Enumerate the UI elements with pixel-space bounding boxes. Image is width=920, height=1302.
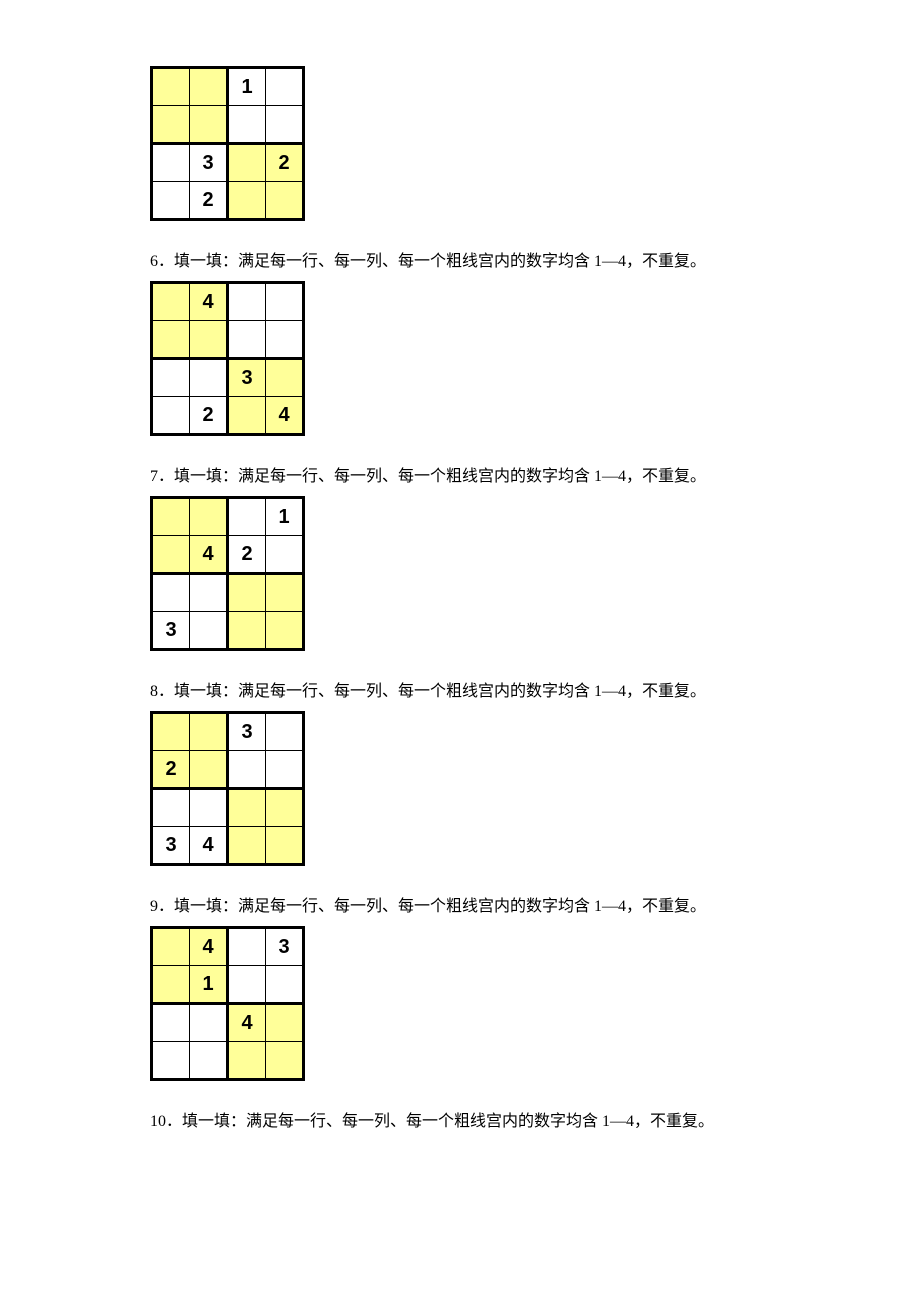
- cell: [228, 283, 266, 321]
- instruction-7: 7．填一填：满足每一行、每一列、每一个粗线宫内的数字均含 1—4，不重复。: [150, 462, 920, 486]
- cell: [152, 713, 190, 751]
- cell: 3: [228, 359, 266, 397]
- cell: [228, 498, 266, 536]
- cell: [152, 574, 190, 612]
- cell: [152, 397, 190, 435]
- cell: [266, 751, 304, 789]
- cell: [266, 827, 304, 865]
- cell: [266, 966, 304, 1004]
- cell: [190, 498, 228, 536]
- cell: [228, 182, 266, 220]
- cell: [152, 966, 190, 1004]
- cell: [190, 713, 228, 751]
- cell: [152, 789, 190, 827]
- cell: [152, 182, 190, 220]
- sudoku-grid-5: 1 3 2 2: [150, 66, 305, 221]
- cell: [228, 751, 266, 789]
- cell: [228, 397, 266, 435]
- instruction-10: 10．填一填：满足每一行、每一列、每一个粗线宫内的数字均含 1—4，不重复。: [150, 1107, 920, 1131]
- cell: 3: [228, 713, 266, 751]
- cell: 2: [152, 751, 190, 789]
- cell: [228, 928, 266, 966]
- cell: [266, 182, 304, 220]
- instruction-8: 8．填一填：满足每一行、每一列、每一个粗线宫内的数字均含 1—4，不重复。: [150, 677, 920, 701]
- cell: [152, 283, 190, 321]
- cell: [266, 321, 304, 359]
- cell: [266, 359, 304, 397]
- cell: [152, 536, 190, 574]
- instruction-9: 9．填一填：满足每一行、每一列、每一个粗线宫内的数字均含 1—4，不重复。: [150, 892, 920, 916]
- cell: [190, 1042, 228, 1080]
- cell: 1: [190, 966, 228, 1004]
- cell: [152, 359, 190, 397]
- cell: 2: [190, 397, 228, 435]
- page-content: 1 3 2 2 6．填一填：满足每一行、每一列、每一个粗线宫内的数字均含 1—4…: [0, 0, 920, 1201]
- cell: 4: [190, 283, 228, 321]
- cell: [190, 612, 228, 650]
- cell: 4: [228, 1004, 266, 1042]
- cell: [266, 713, 304, 751]
- sudoku-grid-6: 4 3 2 4: [150, 281, 305, 436]
- cell: [152, 321, 190, 359]
- cell: 3: [266, 928, 304, 966]
- cell: [266, 574, 304, 612]
- cell: 3: [152, 612, 190, 650]
- cell: [266, 283, 304, 321]
- cell: [190, 321, 228, 359]
- cell: [228, 106, 266, 144]
- cell: [266, 1042, 304, 1080]
- cell: [266, 68, 304, 106]
- cell: [266, 106, 304, 144]
- cell: 3: [190, 144, 228, 182]
- cell: [152, 68, 190, 106]
- cell: [228, 612, 266, 650]
- cell: [190, 751, 228, 789]
- cell: 3: [152, 827, 190, 865]
- cell: [228, 966, 266, 1004]
- cell: 2: [228, 536, 266, 574]
- cell: [228, 321, 266, 359]
- cell: [152, 498, 190, 536]
- cell: [152, 106, 190, 144]
- cell: [228, 574, 266, 612]
- cell: 4: [190, 928, 228, 966]
- cell: [190, 789, 228, 827]
- cell: 4: [190, 827, 228, 865]
- cell: [190, 106, 228, 144]
- cell: [228, 1042, 266, 1080]
- cell: [152, 1004, 190, 1042]
- cell: [228, 827, 266, 865]
- cell: [266, 1004, 304, 1042]
- instruction-6: 6．填一填：满足每一行、每一列、每一个粗线宫内的数字均含 1—4，不重复。: [150, 247, 920, 271]
- cell: 2: [190, 182, 228, 220]
- cell: [190, 574, 228, 612]
- cell: 2: [266, 144, 304, 182]
- cell: [190, 359, 228, 397]
- cell: [228, 789, 266, 827]
- cell: 1: [266, 498, 304, 536]
- sudoku-grid-9: 4 3 1 4: [150, 926, 305, 1081]
- cell: [152, 144, 190, 182]
- cell: [152, 928, 190, 966]
- cell: [228, 144, 266, 182]
- cell: [266, 536, 304, 574]
- cell: 4: [190, 536, 228, 574]
- sudoku-grid-8: 3 2 3 4: [150, 711, 305, 866]
- cell: [190, 1004, 228, 1042]
- cell: 4: [266, 397, 304, 435]
- cell: [266, 789, 304, 827]
- cell: [190, 68, 228, 106]
- cell: [152, 1042, 190, 1080]
- sudoku-grid-7: 1 4 2 3: [150, 496, 305, 651]
- cell: 1: [228, 68, 266, 106]
- cell: [266, 612, 304, 650]
